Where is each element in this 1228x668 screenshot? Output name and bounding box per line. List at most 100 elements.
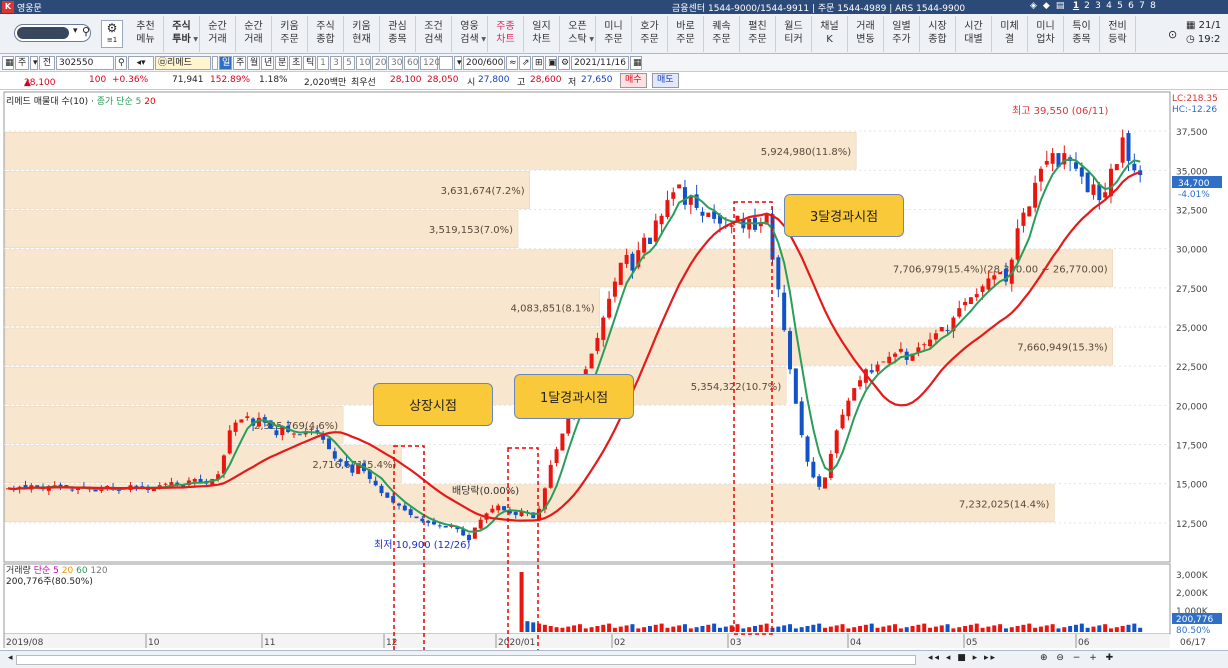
- volume-bar: [863, 624, 868, 632]
- volume-bar: [729, 625, 734, 632]
- x-tick-label: 2019/08: [6, 638, 44, 648]
- volume-bar: [1114, 627, 1119, 632]
- volume-bar: [624, 625, 629, 632]
- candle-body: [682, 187, 687, 205]
- volume-bar: [811, 624, 816, 632]
- volume-bar: [583, 628, 588, 632]
- y-tick-label: 15,000: [1176, 481, 1208, 491]
- volume-bar: [688, 628, 693, 632]
- x-tick-label: 04: [850, 638, 862, 648]
- hts-app: K 영웅문 금융센터 1544-9000/1544-9911 | 주문 1544…: [0, 0, 1228, 668]
- volume-bar: [653, 624, 658, 632]
- volume-bar: [875, 627, 880, 632]
- volume-profile-label: 5,354,322(10.7%): [691, 382, 782, 393]
- dividend-annotation: 배당락(0.00%): [452, 485, 519, 497]
- candle-body: [554, 449, 559, 463]
- volume-profile-bar: [4, 131, 857, 170]
- candle-body: [992, 275, 997, 280]
- x-axis-bg: [4, 634, 1170, 648]
- zoom-controls[interactable]: ⊕ ⊖ − + ✚: [1040, 653, 1116, 663]
- scroll-left-icon[interactable]: ◂: [8, 653, 13, 663]
- candle-body: [560, 433, 565, 451]
- volume-bar: [916, 624, 921, 632]
- candle-body: [788, 331, 793, 370]
- candle-body: [402, 505, 407, 511]
- candle-body: [397, 503, 402, 506]
- volume-bar: [1085, 627, 1090, 632]
- volume-bar: [1120, 626, 1125, 632]
- volume-bar: [758, 624, 763, 632]
- candle-body: [414, 516, 419, 519]
- candle-body: [548, 464, 553, 488]
- candle-body: [933, 333, 938, 340]
- candle-body: [869, 370, 874, 373]
- y-tick-label: 22,500: [1176, 363, 1208, 373]
- volume-bar: [612, 627, 617, 632]
- candle-body: [426, 520, 431, 523]
- candle-body: [922, 344, 927, 346]
- playback-controls[interactable]: ◂◂ ◂ ■ ▸ ▸▸: [928, 653, 997, 663]
- candle-body: [799, 401, 804, 436]
- candle-body: [326, 438, 331, 450]
- volume-bar: [1126, 624, 1131, 632]
- candle-body: [928, 339, 933, 347]
- candle-body: [630, 253, 635, 271]
- volume-bar: [922, 623, 927, 632]
- candle-body: [782, 292, 787, 331]
- volume-bar: [974, 623, 979, 632]
- volume-bar: [817, 623, 822, 632]
- y-tick-label: 37,500: [1176, 128, 1208, 138]
- volume-bar: [933, 626, 938, 632]
- hc-label: HC:-12.26: [1172, 105, 1217, 115]
- candle-body: [1073, 162, 1078, 169]
- volume-bar: [1132, 623, 1137, 632]
- volume-bar: [1033, 627, 1038, 632]
- candle-body: [274, 430, 279, 436]
- volume-bar: [630, 624, 635, 632]
- volume-bar: [1103, 624, 1108, 632]
- chart-area[interactable]: 5,924,980(11.8%) 3,631,674(7.2%) 3,519,153…: [0, 0, 1228, 668]
- volume-bar: [700, 626, 705, 632]
- volume-bar: [1021, 624, 1026, 632]
- bottom-scroll-bar[interactable]: ◂ ◂◂ ◂ ■ ▸ ▸▸ ⊕ ⊖ − + ✚: [0, 650, 1228, 668]
- y-tick-label: 30,000: [1176, 246, 1208, 256]
- volume-bar: [963, 626, 968, 632]
- candle-body: [706, 212, 711, 218]
- volume-tick-label: 3,000K: [1176, 571, 1209, 581]
- candle-body: [332, 451, 337, 459]
- candle-body: [338, 459, 343, 462]
- candle-body: [1120, 137, 1125, 163]
- x-tick-label: 05: [966, 638, 977, 648]
- volume-profile-label: 7,232,025(14.4%): [959, 499, 1050, 510]
- volume-bar: [647, 626, 652, 632]
- volume-bar: [951, 628, 956, 632]
- volume-profile-label: 7,660,949(15.3%): [1017, 343, 1108, 354]
- price-legend: 리메드 매물대 수(10) · 종가 단순 5 20: [6, 94, 156, 107]
- scrollbar-track[interactable]: [16, 655, 916, 665]
- volume-legend: 거래량 단순 5 20 60 120 200,776주(80.50%): [6, 566, 108, 587]
- volume-bar: [887, 625, 892, 632]
- candle-body: [805, 436, 810, 462]
- callout-3month: 3달경과시점: [784, 194, 904, 237]
- volume-bar: [1091, 626, 1096, 632]
- volume-bar: [577, 624, 582, 632]
- candle-body: [1021, 212, 1026, 226]
- volume-bar: [525, 621, 530, 632]
- candle-body: [939, 327, 944, 332]
- candle-body: [671, 192, 676, 199]
- candle-body: [373, 480, 378, 486]
- candle-body: [665, 200, 670, 218]
- volume-bar: [1062, 627, 1067, 632]
- candle-body: [980, 286, 985, 292]
- volume-bar: [717, 627, 722, 632]
- volume-bar: [1056, 628, 1061, 632]
- volume-bar: [968, 624, 973, 632]
- volume-bar: [542, 624, 547, 632]
- candle-body: [163, 483, 168, 485]
- volume-bar: [1138, 627, 1143, 632]
- candle-body: [408, 509, 413, 515]
- volume-bar: [782, 625, 787, 632]
- candle-body: [496, 505, 501, 511]
- volume-bar: [898, 628, 903, 632]
- volume-bar: [712, 623, 717, 632]
